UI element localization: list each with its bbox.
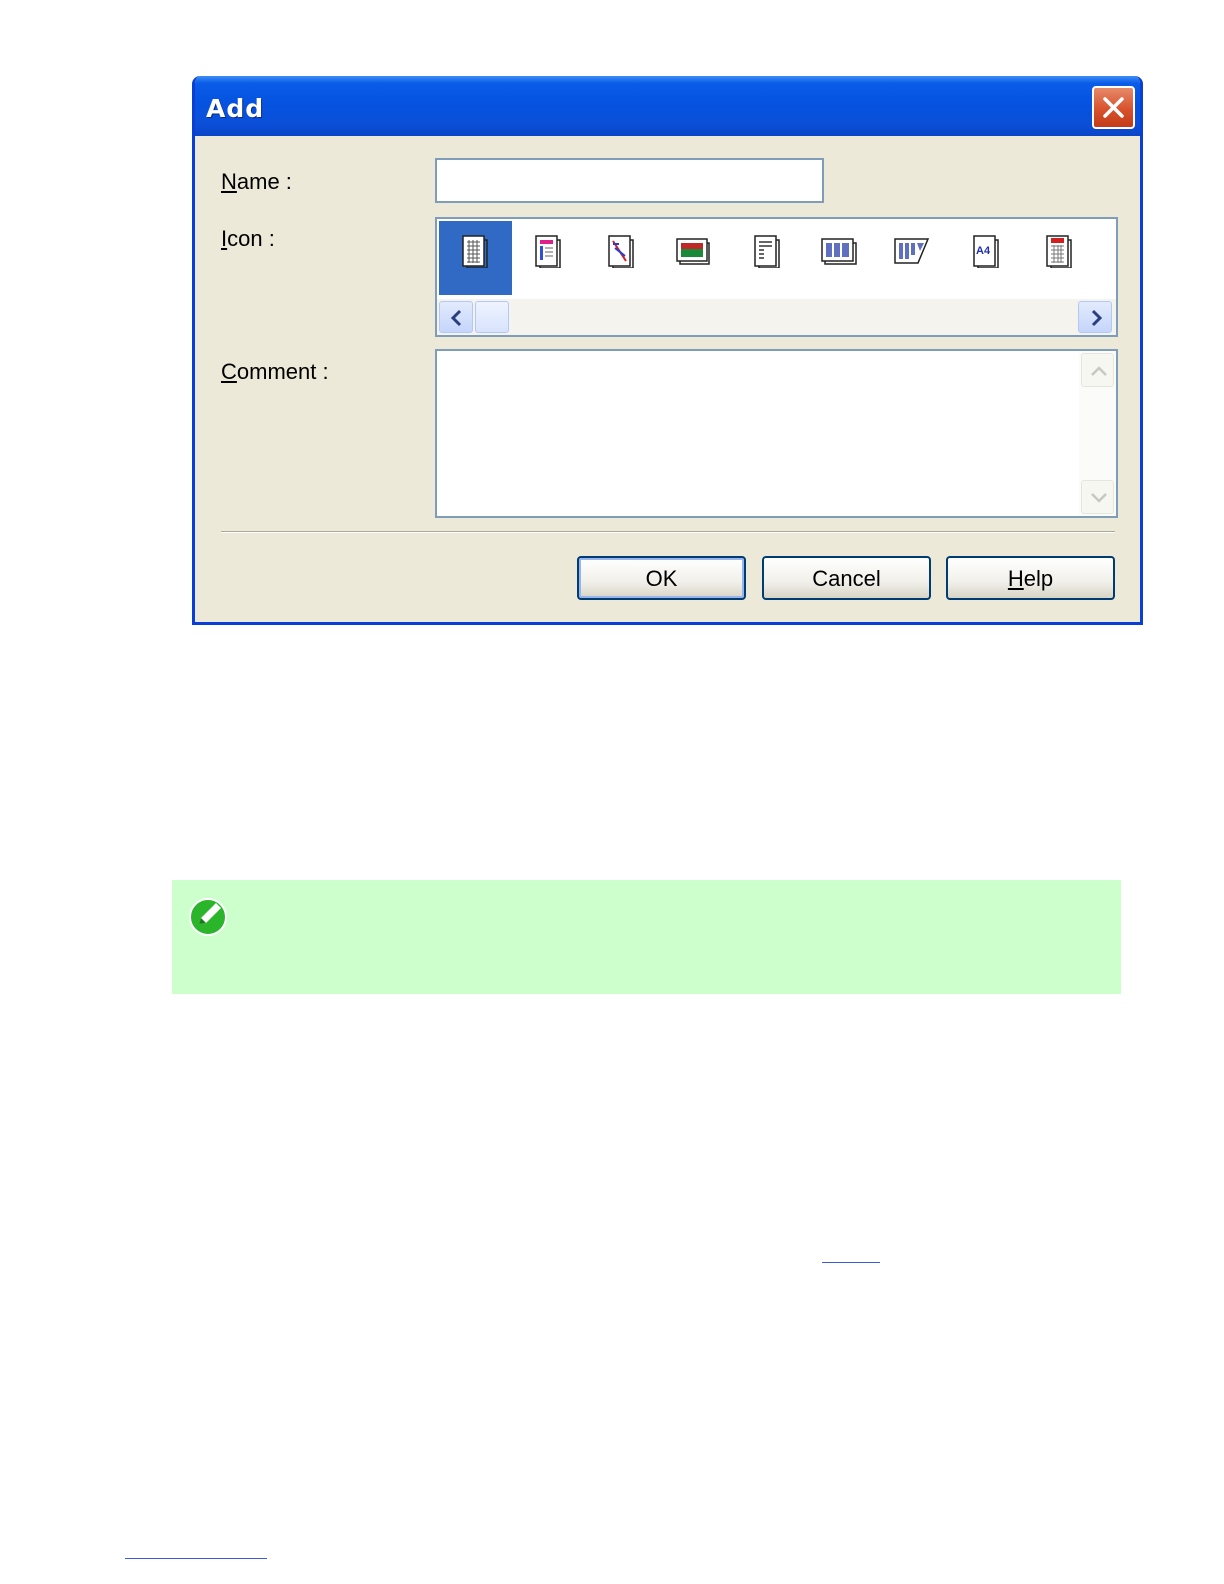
comment-label: Comment : — [221, 359, 329, 384]
help-button[interactable]: Help — [946, 556, 1115, 600]
scroll-left-button[interactable] — [439, 301, 473, 333]
chevron-left-icon — [450, 309, 462, 327]
icon-option-9[interactable] — [1023, 221, 1096, 295]
name-field[interactable] — [435, 158, 824, 203]
chevron-up-icon — [1091, 366, 1107, 376]
comment-field[interactable] — [435, 349, 1118, 518]
help-button-text: elp — [1023, 566, 1054, 591]
close-icon — [1103, 97, 1124, 118]
a4-page-icon: A4 — [973, 235, 999, 268]
icon-list-horizontal-scrollbar[interactable] — [437, 299, 1116, 335]
comment-vertical-scrollbar[interactable] — [1079, 351, 1116, 516]
name-label: Name : — [221, 169, 292, 194]
note-box — [172, 880, 1121, 994]
footer-link-underline[interactable] — [125, 1558, 267, 1559]
dialog-title: Add — [206, 94, 265, 123]
add-dialog: Add Name : Icon : A4 Comment: OK Cancel… — [192, 76, 1143, 625]
cancel-button[interactable]: Cancel — [762, 556, 931, 600]
grid-page-icon — [462, 235, 488, 268]
ok-button[interactable]: OK — [577, 556, 746, 600]
icon-list[interactable]: A4 — [435, 217, 1118, 337]
red-header-page-icon — [1046, 235, 1072, 268]
colored-page-icon — [535, 235, 561, 268]
scroll-thumb[interactable] — [475, 301, 509, 333]
icon-option-2[interactable] — [512, 221, 585, 295]
icon-option-7[interactable] — [877, 221, 950, 295]
chevron-down-icon — [1091, 493, 1107, 503]
icon-label-text: con : — [227, 226, 275, 251]
icon-label: Icon : — [221, 226, 275, 251]
title-bar[interactable]: Add — [195, 76, 1140, 136]
close-button[interactable] — [1092, 86, 1135, 129]
crossed-page-icon — [608, 235, 634, 268]
scroll-down-button[interactable] — [1081, 480, 1114, 514]
icon-option-3[interactable] — [585, 221, 658, 295]
note-pencil-icon — [189, 898, 227, 936]
slanted-columns-page-icon — [894, 238, 930, 264]
chevron-right-icon — [1091, 309, 1103, 327]
icon-option-6[interactable] — [804, 221, 877, 295]
divider — [221, 531, 1115, 533]
icon-option-8[interactable]: A4 — [950, 221, 1023, 295]
icon-option-4[interactable] — [658, 221, 731, 295]
icon-option-5[interactable] — [731, 221, 804, 295]
scroll-right-button[interactable] — [1078, 301, 1112, 333]
a4-icon-text: A4 — [976, 245, 991, 257]
name-label-text: ame : — [236, 169, 292, 194]
inline-link-underline[interactable] — [822, 1262, 880, 1263]
scroll-up-button[interactable] — [1081, 353, 1114, 387]
text-page-icon — [754, 235, 780, 268]
icon-option-1[interactable] — [439, 221, 512, 295]
photo-page-icon — [676, 238, 710, 265]
multi-column-page-icon — [821, 238, 857, 265]
comment-label-text: omment : — [236, 359, 329, 384]
